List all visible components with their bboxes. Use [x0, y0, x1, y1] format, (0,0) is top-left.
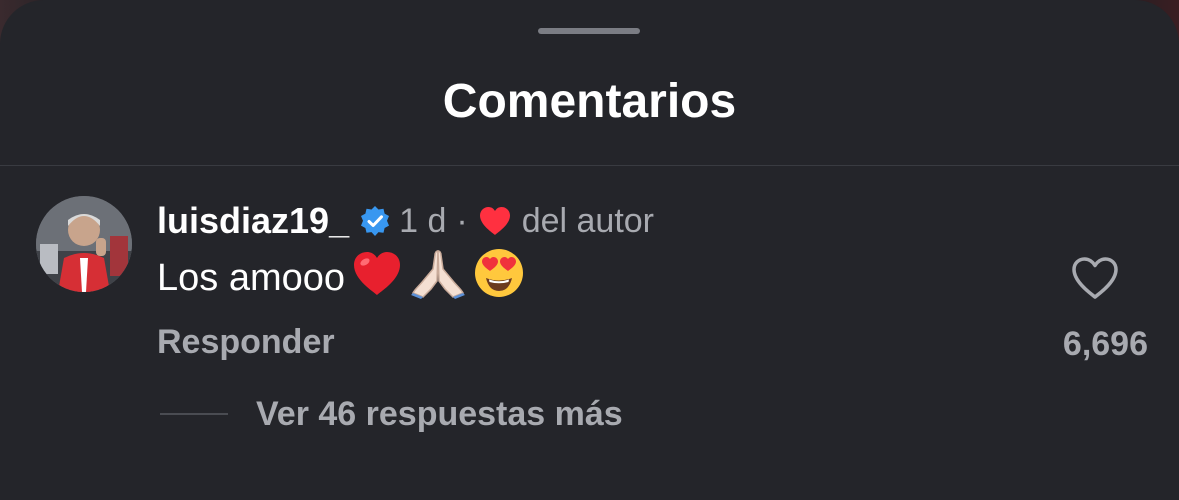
heart-outline-icon[interactable] — [1070, 255, 1120, 301]
replies-indent-line — [160, 413, 228, 415]
comments-sheet: Comentarios luisdiaz19_ 1 d · del autor … — [0, 0, 1179, 500]
reply-button[interactable]: Responder — [157, 322, 335, 362]
red-heart-icon — [478, 205, 512, 237]
folded-hands-emoji — [409, 247, 467, 309]
meta-separator: · — [456, 201, 468, 240]
verified-badge-icon — [359, 205, 391, 237]
heart-eyes-emoji — [473, 247, 525, 309]
view-replies-label: Ver 46 respuestas más — [256, 394, 623, 433]
avatar[interactable] — [36, 196, 132, 292]
comment-body: Los amooo — [157, 249, 525, 307]
like-count: 6,696 — [1062, 325, 1148, 363]
sheet-grabber-handle[interactable] — [538, 28, 640, 34]
comment-time: 1 d — [399, 201, 447, 240]
view-replies-button[interactable]: Ver 46 respuestas más — [160, 392, 623, 436]
header-divider — [0, 165, 1179, 166]
comment-meta: luisdiaz19_ 1 d · del autor — [157, 198, 654, 244]
comment-username[interactable]: luisdiaz19_ — [157, 200, 349, 242]
comment-text: Los amooo — [157, 256, 346, 299]
author-like-label: del autor — [521, 201, 655, 240]
sheet-title: Comentarios — [442, 75, 737, 128]
red-heart-emoji — [351, 249, 403, 307]
